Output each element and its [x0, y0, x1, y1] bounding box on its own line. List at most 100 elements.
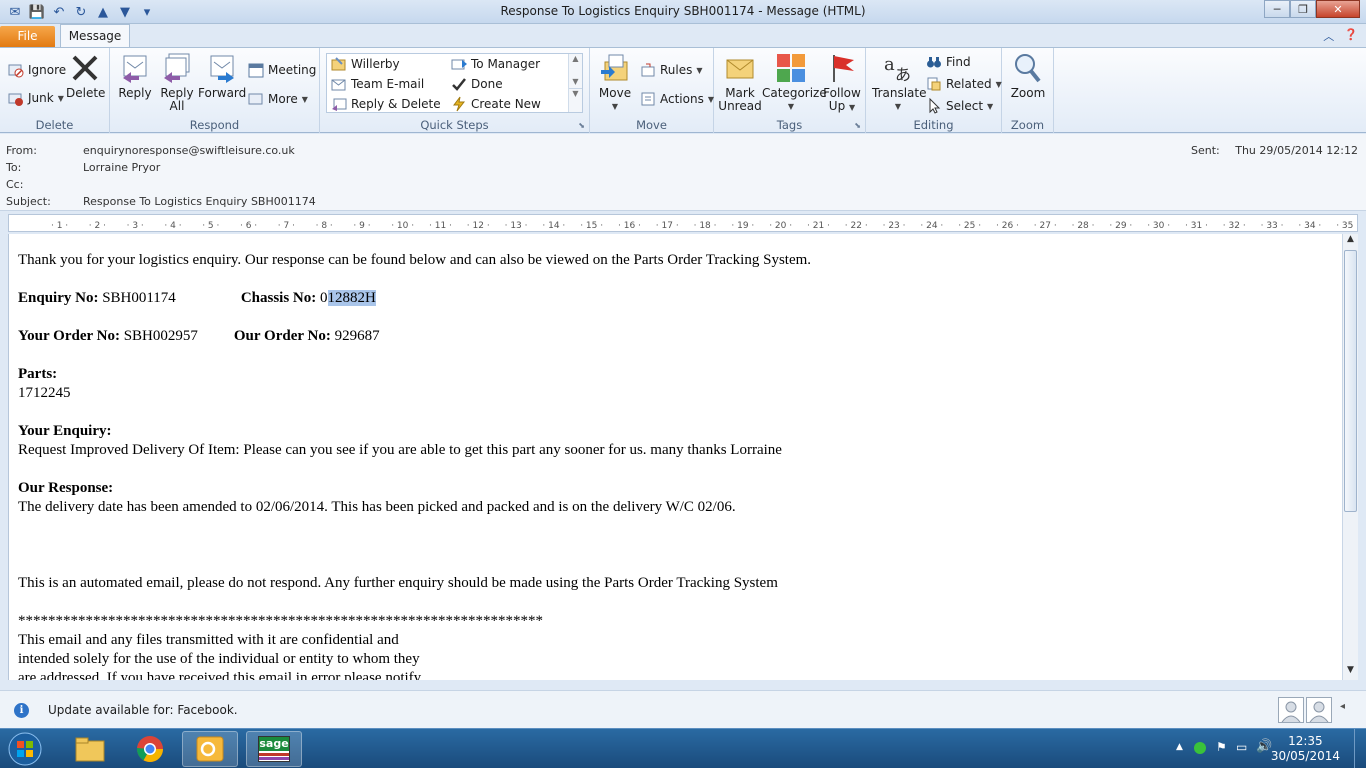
binoculars-icon	[926, 54, 942, 70]
svg-text:あ: あ	[895, 65, 911, 84]
ribbon-tabs: File Message ︿ ❓	[0, 24, 1366, 47]
chevron-down-icon: ▼	[611, 102, 619, 111]
minimize-ribbon-icon[interactable]: ︿	[1323, 28, 1334, 44]
actions-button[interactable]: Actions ▼	[640, 91, 714, 107]
find-button[interactable]: Find	[926, 54, 971, 70]
junk-button[interactable]: Junk ▼	[8, 90, 64, 106]
forward-icon	[206, 52, 238, 84]
save-icon[interactable]: 💾	[28, 3, 46, 21]
ruler-tick: · 16 ·	[618, 221, 641, 231]
quick-step-create-new[interactable]: Create New	[451, 96, 541, 112]
previous-item-icon[interactable]: ▲	[94, 3, 112, 21]
forward-button[interactable]: Forward	[198, 52, 246, 100]
tab-message[interactable]: Message	[60, 24, 130, 47]
quick-step-team-email[interactable]: Team E-mail	[331, 76, 424, 92]
scroll-down-icon[interactable]: ▼	[569, 77, 582, 86]
move-folder-icon	[599, 52, 631, 84]
quick-steps-scroll[interactable]: ▲ ▼ ▼	[568, 54, 582, 112]
close-button[interactable]: ✕	[1316, 0, 1360, 18]
forward-to-manager-icon	[451, 56, 467, 72]
from-label: From:	[6, 144, 37, 157]
quick-step-done[interactable]: Done	[451, 76, 503, 92]
minimize-button[interactable]: ─	[1264, 0, 1290, 18]
start-button[interactable]	[6, 731, 46, 767]
quick-step-reply-delete[interactable]: Reply & Delete	[331, 96, 441, 112]
volume-icon[interactable]: 🔊	[1256, 739, 1272, 754]
ruler-tick: · 31 ·	[1185, 221, 1208, 231]
people-pane-toggle-icon[interactable]: ◂	[1340, 701, 1345, 712]
categorize-button[interactable]: Categorize ▼	[762, 52, 827, 113]
reply-button[interactable]: Reply	[116, 52, 154, 100]
flag-icon	[826, 52, 858, 84]
ruler-tick: · 3 ·	[126, 221, 144, 231]
ruler-tick: · 7 ·	[277, 221, 295, 231]
vertical-scrollbar[interactable]: ▲ ▼	[1342, 234, 1358, 680]
avatar[interactable]	[1278, 697, 1304, 723]
follow-up-button[interactable]: Follow Up ▼	[822, 52, 862, 114]
redo-icon[interactable]: ↻	[72, 3, 90, 21]
translate-button[interactable]: aあ Translate ▼	[872, 52, 927, 113]
ruler-tick: · 12 ·	[466, 221, 490, 231]
more-respond-button[interactable]: More ▼	[248, 91, 308, 107]
message-content: Thank you for your logistics enquiry. Ou…	[18, 251, 811, 680]
mark-unread-button[interactable]: Mark Unread	[718, 52, 762, 113]
quick-step-willerby[interactable]: Willerby	[331, 56, 400, 72]
subject-label: Subject:	[6, 195, 51, 208]
action-center-icon[interactable]: ⚑	[1216, 740, 1227, 754]
outlook-taskbar-button[interactable]	[182, 731, 238, 767]
show-desktop-button[interactable]	[1354, 729, 1366, 768]
sage-taskbar-button[interactable]: sage	[246, 731, 302, 767]
chrome-taskbar-button[interactable]	[122, 731, 178, 767]
scroll-down-icon[interactable]: ▼	[1343, 665, 1358, 680]
ruler-tick: · 21 ·	[807, 221, 830, 231]
dialog-launcher-icon[interactable]: ⬊	[578, 121, 585, 130]
editing-group: aあ Translate ▼ Find Related ▼ Select ▼ E…	[866, 48, 1002, 133]
disclaimer-line: are addressed. If you have received this…	[18, 670, 422, 680]
select-button[interactable]: Select ▼	[926, 98, 993, 114]
scroll-up-icon[interactable]: ▲	[569, 54, 582, 63]
explorer-taskbar-button[interactable]	[62, 731, 118, 767]
outlook-icon[interactable]: ✉	[6, 3, 24, 21]
our-response-text: The delivery date has been amended to 02…	[18, 499, 736, 515]
magnifier-icon	[1012, 52, 1044, 84]
tab-file[interactable]: File	[0, 26, 55, 47]
rules-button[interactable]: Rules ▼	[640, 62, 703, 78]
next-item-icon[interactable]: ▼	[116, 3, 134, 21]
related-button[interactable]: Related ▼	[926, 76, 1002, 92]
network-icon[interactable]: ▭	[1236, 740, 1247, 754]
parts-label: Parts:	[18, 366, 58, 382]
help-icon[interactable]: ❓	[1344, 28, 1358, 44]
expand-gallery-icon[interactable]: ▼	[569, 88, 582, 98]
intro-text: Thank you for your logistics enquiry. Ou…	[18, 252, 812, 268]
undo-icon[interactable]: ↶	[50, 3, 68, 21]
ruler: · 1 · · 2 · · 3 · · 4 · · 5 · · 6 · · 7 · · 8 ·…	[8, 214, 1358, 232]
calendar-icon	[248, 62, 264, 78]
meeting-button[interactable]: Meeting	[248, 62, 316, 78]
show-hidden-icons-icon[interactable]: ▲	[1176, 742, 1183, 752]
ignore-button[interactable]: Ignore	[8, 62, 66, 78]
move-button[interactable]: Move ▼	[596, 52, 634, 113]
scroll-up-icon[interactable]: ▲	[1343, 234, 1358, 249]
quick-step-to-manager[interactable]: To Manager	[451, 56, 540, 72]
avatar[interactable]	[1306, 697, 1332, 723]
quick-steps-gallery: Willerby To Manager Team E-mail Done Rep…	[326, 53, 583, 113]
ruler-tick: · 5 ·	[202, 221, 220, 231]
status-icon[interactable]	[1194, 742, 1206, 754]
clock[interactable]: 12:35 30/05/2014	[1271, 734, 1340, 764]
info-text[interactable]: Update available for: Facebook.	[48, 703, 238, 717]
team-email-icon	[331, 76, 347, 92]
delete-icon	[69, 52, 101, 84]
message-header: From: enquirynoresponse@swiftleisure.co.…	[0, 134, 1366, 211]
ruler-tick: · 11 ·	[429, 221, 452, 231]
customize-toolbar-icon[interactable]: ▾	[138, 3, 156, 21]
automated-notice: This is an automated email, please do no…	[18, 575, 778, 591]
reply-all-button[interactable]: Reply All	[158, 52, 196, 113]
to-value[interactable]: Lorraine Pryor	[83, 161, 160, 174]
zoom-button[interactable]: Zoom	[1008, 52, 1048, 100]
delete-button[interactable]: Delete	[66, 52, 105, 100]
scrollbar-thumb[interactable]	[1344, 250, 1357, 512]
from-value[interactable]: enquirynoresponse@swiftleisure.co.uk	[83, 144, 295, 157]
dialog-launcher-icon[interactable]: ⬊	[854, 121, 861, 130]
restore-button[interactable]: ❐	[1290, 0, 1316, 18]
message-body[interactable]: Thank you for your logistics enquiry. Ou…	[8, 234, 1342, 680]
